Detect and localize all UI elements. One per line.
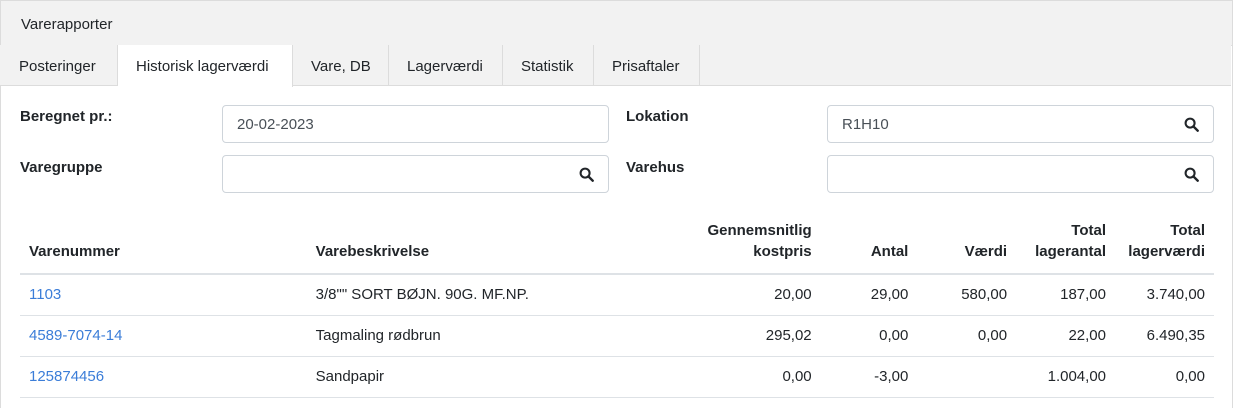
- varegruppe-field: [222, 155, 609, 193]
- antal-cell: 0,00: [820, 315, 918, 357]
- tab-prisaftaler[interactable]: Prisaftaler: [594, 45, 700, 86]
- col-antal[interactable]: Antal: [820, 220, 918, 275]
- report-table: Varenummer Varebeskrivelse Gennemsnitlig…: [20, 220, 1214, 398]
- tab-statistik[interactable]: Statistik: [503, 45, 594, 86]
- varegruppe-label: Varegruppe: [20, 159, 103, 176]
- kostpris-cell: 295,02: [641, 315, 821, 357]
- col-kostpris-line2: kostpris: [753, 243, 812, 260]
- tab-bar: Posteringer Historisk lagerværdi Vare, D…: [0, 45, 1231, 87]
- varebeskrivelse-cell: 3/8"" SORT BØJN. 90G. MF.NP.: [306, 274, 642, 316]
- lagervaerdi-cell: 6.490,35: [1115, 315, 1214, 357]
- lagerantal-cell: 187,00: [1016, 274, 1115, 316]
- tab-posteringer[interactable]: Posteringer: [0, 45, 118, 86]
- col-lagervaerdi-line2: lagerværdi: [1128, 243, 1205, 260]
- beregnet-date-input[interactable]: [223, 106, 608, 142]
- varenummer-link[interactable]: 4589-7074-14: [29, 327, 122, 344]
- tab-lagervaerdi[interactable]: Lagerværdi: [389, 45, 503, 86]
- search-icon[interactable]: [579, 167, 594, 182]
- varebeskrivelse-cell: Tagmaling rødbrun: [306, 315, 642, 357]
- tab-historisk-lagervaerdi[interactable]: Historisk lagerværdi: [118, 45, 293, 87]
- varehus-input[interactable]: [828, 156, 1213, 192]
- kostpris-cell: 20,00: [641, 274, 821, 316]
- varenummer-link[interactable]: 1103: [29, 286, 61, 303]
- page-title: Varerapporter: [1, 1, 1232, 46]
- varenummer-link[interactable]: 125874456: [29, 368, 104, 385]
- tab-vare-db[interactable]: Vare, DB: [293, 45, 389, 86]
- varehus-field: [827, 155, 1214, 193]
- col-vaerdi[interactable]: Værdi: [917, 220, 1017, 275]
- antal-cell: -3,00: [820, 356, 918, 398]
- col-lagervaerdi-line1: Total: [1170, 222, 1205, 239]
- lokation-input[interactable]: [828, 106, 1213, 142]
- search-icon[interactable]: [1184, 117, 1199, 132]
- varegruppe-input[interactable]: [223, 156, 608, 192]
- col-lagervaerdi[interactable]: Total lagerværdi: [1115, 220, 1214, 275]
- col-lagerantal[interactable]: Total lagerantal: [1016, 220, 1115, 275]
- col-varebeskrivelse[interactable]: Varebeskrivelse: [306, 220, 642, 275]
- col-lagerantal-line1: Total: [1071, 222, 1106, 239]
- lokation-label: Lokation: [626, 108, 689, 125]
- beregnet-label: Beregnet pr.:: [20, 108, 113, 125]
- col-varenummer[interactable]: Varenummer: [20, 220, 307, 275]
- varebeskrivelse-cell: Sandpapir: [306, 356, 642, 398]
- col-lagerantal-line2: lagerantal: [1035, 243, 1106, 260]
- lagervaerdi-cell: 3.740,00: [1115, 274, 1214, 316]
- lagerantal-cell: 1.004,00: [1016, 356, 1115, 398]
- varehus-label: Varehus: [626, 159, 685, 176]
- kostpris-cell: 0,00: [641, 356, 821, 398]
- beregnet-field: [222, 105, 609, 143]
- table-row: 125874456 Sandpapir 0,00 -3,00 1.004,00 …: [20, 356, 1214, 398]
- lagervaerdi-cell: 0,00: [1115, 356, 1214, 398]
- vaerdi-cell: 0,00: [917, 315, 1017, 357]
- table-header-row: Varenummer Varebeskrivelse Gennemsnitlig…: [20, 220, 1214, 275]
- lagerantal-cell: 22,00: [1016, 315, 1115, 357]
- search-icon[interactable]: [1184, 167, 1199, 182]
- lokation-field: [827, 105, 1214, 143]
- col-kostpris[interactable]: Gennemsnitlig kostpris: [641, 220, 821, 275]
- vaerdi-cell: [917, 356, 1017, 398]
- antal-cell: 29,00: [820, 274, 918, 316]
- table-row: 4589-7074-14 Tagmaling rødbrun 295,02 0,…: [20, 315, 1214, 357]
- vaerdi-cell: 580,00: [917, 274, 1017, 316]
- col-kostpris-line1: Gennemsnitlig: [707, 222, 812, 239]
- table-row: 1103 3/8"" SORT BØJN. 90G. MF.NP. 20,00 …: [20, 274, 1214, 316]
